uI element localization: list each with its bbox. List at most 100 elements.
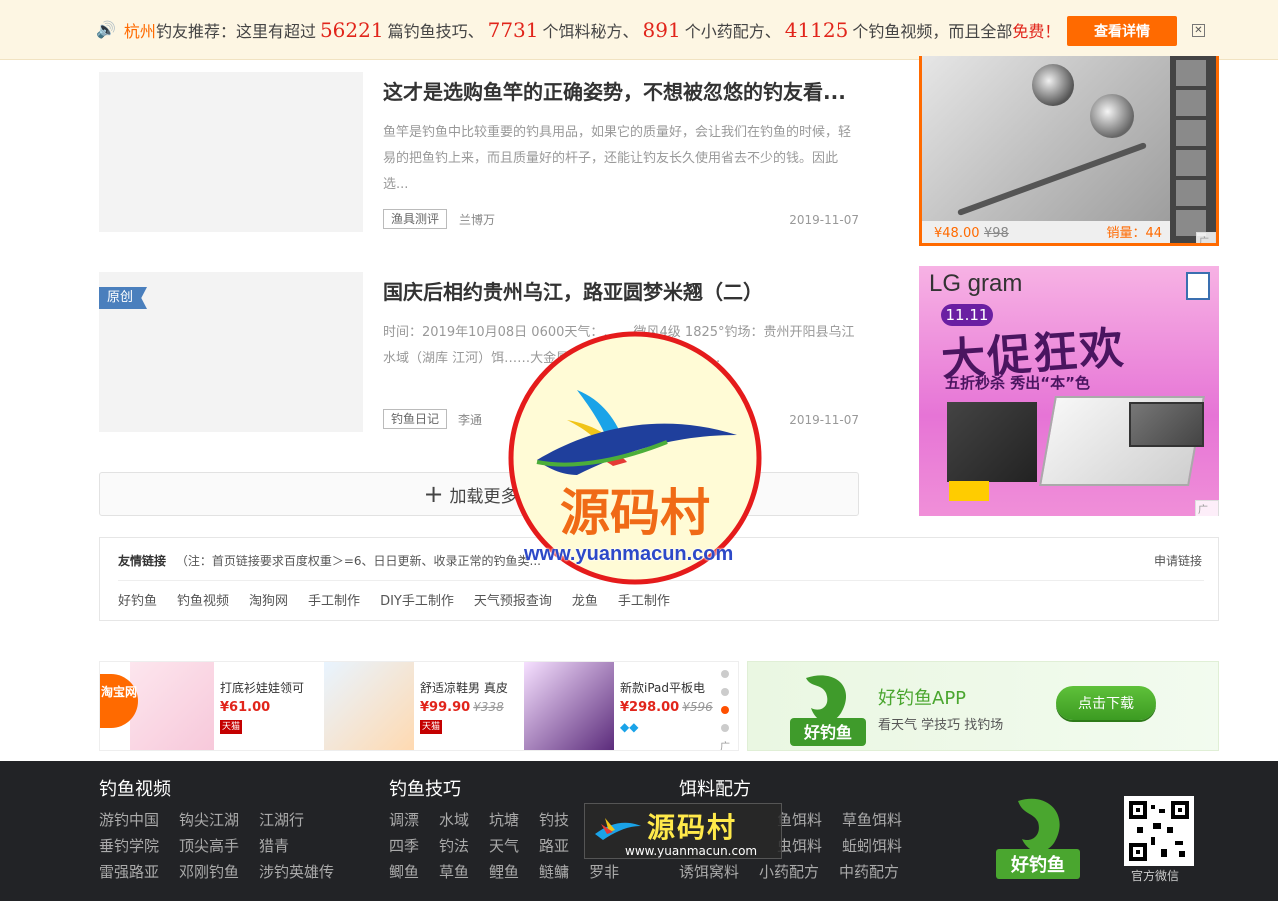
promo-text-1: 钓友推荐：这里有超过 — [155, 21, 316, 41]
app-download-ad[interactable]: 好钓鱼 好钓鱼APP 看天气 学技巧 找钓场 点击下载 — [747, 661, 1219, 751]
ad-label: 广告 — [1196, 232, 1216, 243]
friend-links-note: （注：首页链接要求百度权重＞=6、日日更新、收录正常的钓鱼类... — [175, 554, 541, 568]
apply-link[interactable]: 申请链接 — [1154, 552, 1202, 569]
article-thumbnail[interactable] — [99, 72, 363, 232]
qr-pattern — [1129, 801, 1189, 861]
product-name: 舒适凉鞋男 真皮 — [420, 681, 508, 695]
original-badge: 原创 — [99, 287, 148, 309]
footer-link[interactable]: 中药配方 — [839, 859, 899, 885]
free-label: 免费 — [1012, 21, 1045, 41]
friend-link[interactable]: 手工制作 — [308, 590, 360, 609]
exclaim: ！ — [1044, 21, 1061, 41]
taobao-product[interactable]: 新款iPad平板电 ¥298.00 ¥596 ◆◆ — [524, 662, 720, 750]
promo-text-5: 个钓鱼视频，而且全部 — [852, 21, 1013, 41]
article-title[interactable]: 这才是选购鱼竿的正确姿势，不想被忽悠的钓友看... — [383, 76, 846, 105]
footer-link[interactable]: 天气 — [489, 833, 519, 859]
watermark-small-url: www.yuanmacun.com — [625, 844, 758, 858]
promo-text-4: 个小药配方、 — [684, 21, 781, 41]
footer-link[interactable]: 坑塘 — [489, 807, 519, 833]
footer-link[interactable]: 江湖行 — [259, 807, 304, 833]
footer-link[interactable]: 蚯蚓饵料 — [842, 833, 902, 859]
friend-link[interactable]: 钓鱼视频 — [177, 590, 229, 609]
footer-logo-text: 好钓鱼 — [1010, 854, 1065, 876]
ad-label: 广告 — [720, 742, 730, 751]
footer-link[interactable]: 鲢鳙 — [539, 859, 569, 885]
footer-link[interactable]: 罗非 — [589, 859, 619, 885]
taobao-ad[interactable]: 淘宝网 打底衫娃娃领可 ¥61.00 天猫 舒适凉鞋男 真皮 ¥99.90 ¥33… — [99, 661, 739, 751]
footer-col-title: 饵料配方 — [679, 779, 751, 800]
footer-link[interactable]: 路亚 — [539, 833, 569, 859]
footer-link[interactable]: 诱饵窝料 — [679, 859, 739, 885]
friend-link[interactable]: 淘狗网 — [249, 590, 288, 609]
ad-brand: LG gram — [929, 270, 1023, 297]
footer-link[interactable]: 小药配方 — [759, 859, 819, 885]
price-value: ¥99.90 — [420, 700, 471, 715]
footer-link[interactable]: 草鱼 — [439, 859, 469, 885]
footer-link[interactable]: 顶尖高手 — [179, 833, 239, 859]
footer-link[interactable]: 调漂 — [389, 807, 419, 833]
thumbnail-strip[interactable] — [1170, 56, 1216, 243]
footer-link[interactable]: 四季 — [389, 833, 419, 859]
app-logo-text: 好钓鱼 — [803, 723, 852, 742]
taobao-product[interactable]: 淘宝网 打底衫娃娃领可 ¥61.00 天猫 — [100, 662, 320, 750]
footer-link[interactable]: 水域 — [439, 807, 469, 833]
footer-col-title: 钓鱼技巧 — [389, 779, 461, 800]
view-details-button[interactable]: 查看详情 — [1067, 16, 1177, 46]
article-tag[interactable]: 渔具测评 — [383, 209, 448, 229]
footer-link[interactable]: 草鱼饵料 — [842, 807, 902, 833]
app-slogan: 看天气 学技巧 找钓场 — [878, 718, 1004, 733]
friend-link[interactable]: 好钓鱼 — [118, 590, 157, 609]
footer-link[interactable]: 鲫鱼 — [389, 859, 419, 885]
footer-link[interactable]: 钩尖江湖 — [179, 807, 239, 833]
diamond-icon: ◆◆ — [620, 720, 639, 734]
close-icon[interactable]: ✕ — [1192, 24, 1205, 37]
tmall-badge: 天猫 — [220, 720, 242, 734]
count-medicine: 891 — [642, 17, 681, 42]
article-author: 兰博万 — [459, 213, 496, 227]
article-tag[interactable]: 钓鱼日记 — [383, 409, 448, 429]
friend-link[interactable]: 天气预报查询 — [474, 590, 552, 609]
speaker-icon: 🔊 — [96, 20, 116, 39]
footer-link[interactable]: 鱼饵料 — [777, 807, 822, 833]
footer-link[interactable]: 鲤鱼 — [489, 859, 519, 885]
footer-link[interactable]: 涉钓英雄传 — [259, 859, 334, 885]
carousel-dots[interactable] — [721, 670, 729, 742]
footer-col-videos: 钓鱼视频 游钓中国 钩尖江湖 江湖行 垂钓学院 顶尖高手 猎青 雷强路亚 邓刚钓鱼 涉钓英雄… — [99, 775, 354, 885]
old-price: ¥338 — [473, 700, 504, 714]
friend-link[interactable]: 手工制作 — [618, 590, 670, 609]
friend-link[interactable]: 龙鱼 — [572, 590, 598, 609]
article-title[interactable]: 国庆后相约贵州乌江，路亚圆梦米翘（二） — [383, 276, 763, 305]
article-card[interactable]: 这才是选购鱼竿的正确姿势，不想被忽悠的钓友看... 鱼竿是钓鱼中比较重要的钓具用… — [99, 72, 859, 232]
article-author: 李通 — [458, 413, 483, 427]
old-price: ¥596 — [682, 700, 713, 714]
footer-link[interactable]: 猎青 — [259, 833, 289, 859]
download-button[interactable]: 点击下载 — [1056, 686, 1156, 720]
qr-caption: 官方微信 — [1131, 869, 1180, 883]
fish-logo-icon: 好钓鱼 — [790, 675, 866, 746]
product-image-doll — [130, 662, 214, 750]
ad-sales: 销量：44 — [1106, 226, 1162, 241]
watermark-small: 源码村 www.yuanmacun.com — [584, 803, 782, 859]
promo-bar: 🔊 杭州 钓友推荐：这里有超过 56221 篇钓鱼技巧、 7731 个饵料秘方、… — [0, 0, 1278, 60]
footer-link[interactable]: 游钓中国 — [99, 807, 159, 833]
gift-image — [949, 481, 989, 501]
product-price: ¥298.00 ¥596 — [620, 700, 713, 715]
article-summary: 鱼竿是钓鱼中比较重要的钓具用品，如果它的质量好，会让我们在钓鱼的时候，轻易的把鱼… — [383, 125, 852, 192]
footer-link[interactable]: 邓刚钓鱼 — [179, 859, 239, 885]
footer-link[interactable]: 垂钓学院 — [99, 833, 159, 859]
article-date: 2019-11-07 — [789, 413, 859, 427]
product-ad-earphones[interactable]: ¥48.00 ¥98 销量：44 广告 — [919, 56, 1219, 246]
friend-link[interactable]: DIY手工制作 — [380, 590, 454, 609]
footer-link[interactable]: 钓技 — [539, 807, 569, 833]
earbud-right — [1090, 94, 1134, 138]
banner-ad-lg-gram[interactable]: LG gram 11.11 大促狂欢 五折秒杀 秀出“本”色 广告 — [919, 266, 1219, 516]
tmall-badge: 天猫 — [420, 720, 442, 734]
footer-link[interactable]: 钓法 — [439, 833, 469, 859]
ad-old-price: ¥98 — [984, 226, 1009, 241]
footer-link[interactable]: 雷强路亚 — [99, 859, 159, 885]
devices-image — [947, 402, 1037, 482]
count-videos: 41125 — [784, 17, 849, 42]
taobao-product[interactable]: 舒适凉鞋男 真皮 ¥99.90 ¥338 天猫 — [324, 662, 520, 750]
footer-link[interactable]: 虫饵料 — [777, 833, 822, 859]
friend-links-title: 友情链接 — [118, 554, 167, 568]
